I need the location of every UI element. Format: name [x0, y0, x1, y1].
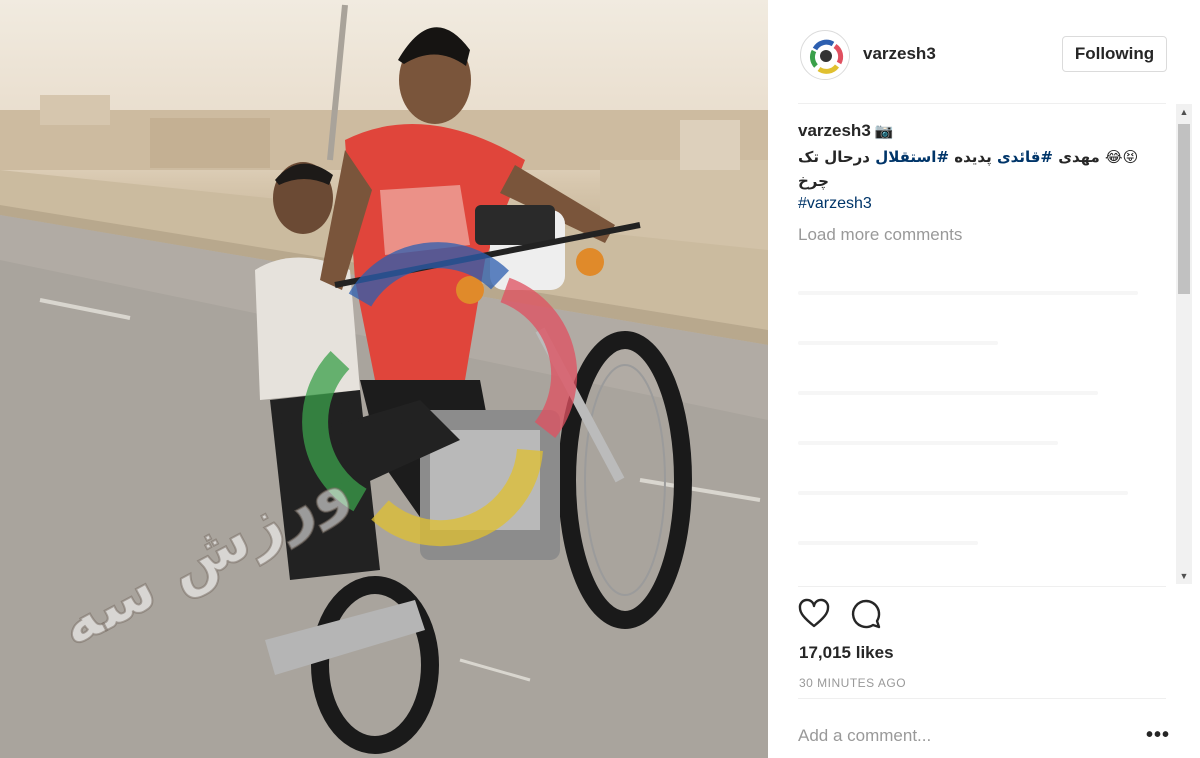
- post-photo: ورزش سه: [0, 0, 768, 758]
- caption-text: 😝😂 مهدی #قائدی پدیده #استقلال درحال تک چ…: [798, 145, 1172, 193]
- add-comment-input[interactable]: [798, 724, 1128, 748]
- caption-suffix: درحال تک چرخ: [798, 148, 876, 190]
- hashtag-varzesh3-link[interactable]: #varzesh3: [798, 193, 1172, 215]
- heart-icon[interactable]: [798, 598, 830, 630]
- comment-bar-divider: [798, 698, 1166, 699]
- comment-bar: •••: [798, 712, 1170, 758]
- scroll-up-arrow-icon[interactable]: ▲: [1176, 104, 1192, 120]
- following-button[interactable]: Following: [1062, 36, 1167, 72]
- post-actions: [798, 598, 998, 632]
- camera-emoji-icon: 📷: [874, 123, 894, 140]
- hashtag-link-1[interactable]: #قائدی: [997, 148, 1053, 166]
- caption-author-line: varzesh3 📷: [798, 118, 1172, 145]
- post-side-panel: varzesh3 Following varzesh3 📷 😝😂 مهدی #قا…: [768, 0, 1200, 758]
- post-header: varzesh3 Following: [768, 0, 1200, 104]
- scrollbar-thumb[interactable]: [1178, 124, 1190, 294]
- photo-scene: [0, 4, 768, 758]
- caption-mid: پدیده: [949, 148, 997, 166]
- likes-count[interactable]: 17,015 likes: [799, 643, 894, 663]
- caption-prefix: 😝😂 مهدی: [1053, 148, 1139, 166]
- header-divider: [798, 103, 1166, 104]
- actions-divider: [798, 586, 1166, 587]
- post-timestamp[interactable]: 30 MINUTES AGO: [799, 676, 906, 690]
- caption-author[interactable]: varzesh3: [798, 121, 871, 140]
- hashtag-link-2[interactable]: #استقلال: [875, 148, 949, 166]
- faded-comments-placeholder: [798, 291, 1172, 545]
- avatar[interactable]: [800, 30, 850, 80]
- header-username[interactable]: varzesh3: [863, 44, 936, 64]
- varzesh3-logo-icon: [802, 32, 849, 79]
- more-options-icon[interactable]: •••: [1146, 724, 1170, 747]
- load-more-comments-link[interactable]: Load more comments: [798, 225, 1172, 245]
- comments-scrollbar[interactable]: ▲ ▼: [1176, 104, 1192, 584]
- scroll-down-arrow-icon[interactable]: ▼: [1176, 568, 1192, 584]
- comment-bubble-icon[interactable]: [850, 598, 882, 630]
- comments-list: varzesh3 📷 😝😂 مهدی #قائدی پدیده #استقلال …: [798, 118, 1172, 586]
